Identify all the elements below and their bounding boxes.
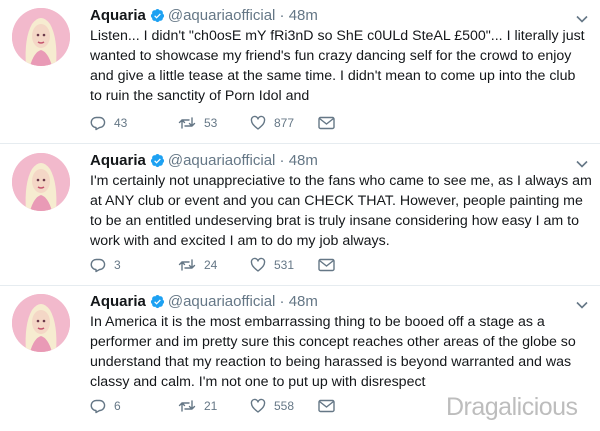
avatar-image (12, 8, 70, 66)
retweet-button[interactable]: 24 (178, 255, 217, 275)
avatar[interactable] (12, 294, 70, 352)
avatar-image (12, 294, 70, 352)
like-count: 558 (274, 399, 295, 413)
divider (0, 143, 600, 144)
display-name[interactable]: Aquaria (90, 293, 146, 310)
like-count: 531 (274, 258, 295, 272)
reply-icon (90, 116, 106, 131)
user-handle[interactable]: @aquariaofficial (168, 152, 276, 169)
direct-message-icon (318, 116, 335, 130)
separator-dot: · (279, 293, 285, 310)
tweet-text: I'm certainly not unappreciative to the … (90, 171, 592, 251)
tweet-header: Aquaria @aquariaofficial · 48m (90, 292, 318, 312)
display-name[interactable]: Aquaria (90, 152, 146, 169)
tweet-text-line: work with and excited I am to do my job … (90, 233, 390, 249)
tweet-text-line: understand that my reaction to being har… (90, 354, 572, 370)
like-button[interactable]: 558 (250, 396, 294, 416)
avatar-image (12, 153, 70, 211)
tweet-text-line: performer and im pretty sure this concep… (90, 334, 576, 350)
direct-message-button[interactable] (318, 113, 343, 133)
like-count: 877 (274, 116, 295, 130)
retweet-count: 53 (204, 116, 218, 130)
reply-count: 3 (114, 258, 121, 272)
timestamp[interactable]: 48m (289, 152, 318, 169)
tweet-header: Aquaria @aquariaofficial · 48m (90, 6, 318, 26)
tweet-text-line: and give a little tease at the same time… (90, 68, 576, 84)
retweet-button[interactable]: 53 (178, 113, 217, 133)
tweet-text-line: to ruin the sanctity of Porn Idol and (90, 88, 310, 104)
like-icon (250, 115, 266, 130)
direct-message-button[interactable] (318, 396, 343, 416)
user-handle[interactable]: @aquariaofficial (168, 293, 276, 310)
direct-message-icon (318, 399, 335, 413)
timestamp[interactable]: 48m (289, 293, 318, 310)
reply-count: 43 (114, 116, 128, 130)
reply-icon (90, 399, 106, 414)
tweet-text: Listen... I didn't "ch0osE mY fRi3nD so … (90, 26, 590, 106)
tweet-text-line: Listen... I didn't "ch0osE mY fRi3nD so … (90, 28, 585, 44)
tweet-text-line: wanted to showcase my friend's fun crazy… (90, 48, 572, 64)
like-button[interactable]: 531 (250, 255, 294, 275)
tweet-text-line: at ANY club or event and you can CHECK T… (90, 193, 583, 209)
retweet-count: 21 (204, 399, 218, 413)
like-icon (250, 398, 266, 413)
reply-button[interactable]: 6 (90, 396, 121, 416)
retweet-count: 24 (204, 258, 218, 272)
reply-icon (90, 258, 106, 273)
avatar[interactable] (12, 8, 70, 66)
tweet-text-line: I'm certainly not unappreciative to the … (90, 173, 592, 189)
reply-button[interactable]: 43 (90, 113, 127, 133)
separator-dot: · (279, 7, 285, 24)
direct-message-button[interactable] (318, 255, 343, 275)
timestamp[interactable]: 48m (289, 7, 318, 24)
like-button[interactable]: 877 (250, 113, 294, 133)
retweet-icon (178, 117, 196, 129)
divider (0, 285, 600, 286)
like-icon (250, 257, 266, 272)
tweet-header: Aquaria @aquariaofficial · 48m (90, 151, 318, 171)
tweet-text-line: to be an entitled undeserving brat is tr… (90, 213, 579, 229)
tweet-text-line: classy and calm. I'm not one to put up w… (90, 374, 426, 390)
watermark: Dragalicious (446, 393, 578, 421)
retweet-button[interactable]: 21 (178, 396, 217, 416)
separator-dot: · (279, 152, 285, 169)
tweet-text: In America it is the most embarrassing t… (90, 312, 590, 392)
avatar[interactable] (12, 153, 70, 211)
reply-button[interactable]: 3 (90, 255, 121, 275)
retweet-icon (178, 259, 196, 271)
tweet-text-line: In America it is the most embarrassing t… (90, 314, 545, 330)
display-name[interactable]: Aquaria (90, 7, 146, 24)
reply-count: 6 (114, 399, 121, 413)
retweet-icon (178, 400, 196, 412)
user-handle[interactable]: @aquariaofficial (168, 7, 276, 24)
direct-message-icon (318, 258, 335, 272)
